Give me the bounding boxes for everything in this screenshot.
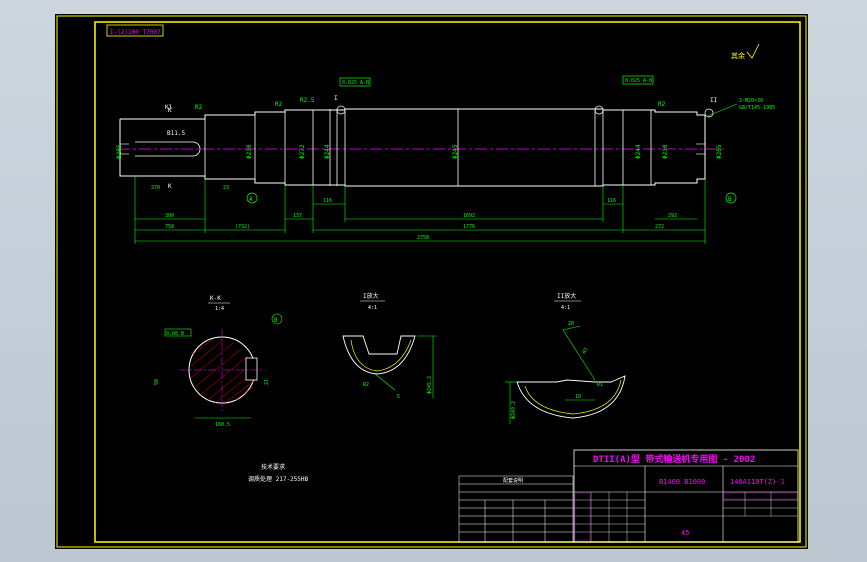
detail-i-dim-w: 5 [397, 394, 400, 400]
keyway-len: 270 [151, 185, 160, 191]
tol-text: 0.025 A-B [342, 80, 369, 86]
section-tol: 0.08 B [166, 331, 184, 337]
thread-note: 2-M20×30 [739, 98, 763, 104]
detail-ii-dim-c: 10 [575, 394, 581, 400]
section-dim-t: 21 [264, 379, 270, 385]
detail-ii-dim-e: R1 [597, 382, 603, 388]
groove-profile [342, 335, 416, 375]
title-block-drawing-no: 140A110T(Z)-1 [730, 478, 785, 486]
dia-label: Φ230 [662, 144, 669, 159]
groove-hatch [350, 339, 412, 372]
detail-ii-title: II放大 [557, 292, 576, 300]
keyway-ref: B11.5 [167, 130, 185, 137]
dia-label: Φ230 [246, 144, 253, 159]
section-kk-view: K-K 1:4 0.08 B B 160.5 50 21 [154, 295, 283, 428]
detail-ii-label: II [710, 97, 718, 104]
keyway-cut [245, 357, 258, 381]
tech-req-line1: 调质处理 217-255HB [248, 475, 309, 483]
detail-i-view: I放大 4:1 5 R2 Φ245.2 [342, 292, 437, 400]
dim-d3: (732) [235, 224, 250, 230]
dim-d10: 292 [668, 213, 677, 219]
detail-ii-scale: 4:1 [561, 305, 570, 311]
detail-ii-view: II放大 4:1 20 R3 R1 10 Φ249.2 [505, 292, 626, 424]
shaft-outline [119, 108, 706, 187]
leader [707, 103, 738, 117]
dia-label: Φ272 [299, 144, 306, 159]
corner-label: I-(2)100 T7007 [110, 29, 161, 36]
detail-ii-dim-b: R3 [582, 347, 590, 355]
detail-ii-dim-a: 20 [568, 321, 574, 327]
dim-d9: 272 [655, 224, 664, 230]
leader [562, 329, 596, 381]
roughness-symbol [746, 43, 760, 59]
dia-label: Φ244 [635, 144, 642, 159]
tech-req-heading: 技术要求 [261, 463, 285, 471]
param-table [458, 475, 574, 543]
stage-cells [723, 492, 798, 500]
outer-frame [56, 15, 807, 548]
detail-i-dim-r: R2 [363, 382, 369, 388]
drawing-sheet[interactable]: I-(2)100 T7007 其余 Φ205 Φ230 Φ272 Φ244 Φ2… [55, 14, 808, 549]
detail-i-title: I放大 [363, 292, 379, 300]
detail-i-dim-d: Φ245.2 [427, 376, 433, 394]
cad-viewport: I-(2)100 T7007 其余 Φ205 Φ230 Φ272 Φ244 Φ2… [0, 0, 867, 562]
section-label-top: K [168, 107, 172, 114]
detail-ii-dim-d: Φ249.2 [511, 401, 517, 419]
keyway-depth: 23 [223, 185, 229, 191]
radius-label: R2 [658, 101, 666, 108]
title-block-title: DTII(A)型 带式输送机专用图 - 2002 [593, 453, 755, 465]
dia-label: Φ205 [716, 144, 723, 159]
dia-label: Φ244 [324, 144, 331, 159]
dim-d4: 137 [293, 213, 302, 219]
roughness-note: 其余 [731, 51, 745, 60]
detail-i-scale: 4:1 [368, 305, 377, 311]
datum-b-label: B [728, 196, 732, 203]
section-kk-title: K-K [210, 295, 221, 302]
detail-balloon-i-right[interactable] [594, 105, 604, 115]
datum-a-label: A [249, 196, 253, 203]
dim-d8: 116 [607, 198, 616, 204]
thread-std: GB/T145-1985 [739, 105, 775, 111]
dim-d1: 300 [165, 213, 174, 219]
shaft-view: Φ205 Φ230 Φ272 Φ244 Φ245 Φ244 Φ230 Φ205 … [116, 75, 775, 244]
section-dim-depth: 160.5 [215, 422, 230, 428]
dim-d6: 1692 [463, 213, 475, 219]
dim-d7: 1776 [463, 224, 475, 230]
dia-label: Φ205 [116, 144, 123, 159]
tol-text: 0.025 A-B [625, 78, 652, 84]
section-kk-scale: 1:4 [215, 306, 224, 312]
radius-label: R2 [275, 101, 283, 108]
title-block-material: 45 [681, 529, 689, 537]
section-label: K [168, 183, 172, 190]
drawing-canvas: I-(2)100 T7007 其余 Φ205 Φ230 Φ272 Φ244 Φ2… [56, 15, 807, 548]
detail-i-label: I [334, 95, 338, 102]
title-block-spec: B1400 B1600 [659, 478, 705, 486]
detail-ii-profile [516, 375, 626, 419]
dia-label: Φ245 [452, 144, 459, 159]
param-table-heading: 配套说明 [503, 477, 523, 484]
dim-total: 2758 [417, 235, 429, 241]
title-block: DTII(A)型 带式输送机专用图 - 2002 B1400 B1600 140… [573, 449, 799, 543]
section-ref: B [274, 317, 278, 324]
dim-d5: 116 [323, 198, 332, 204]
dim-d2: 758 [165, 224, 174, 230]
leader [374, 373, 396, 391]
section-dim-width: 50 [154, 379, 160, 385]
radius-label: R2 [195, 104, 203, 111]
radius-label: R2.5 [300, 97, 315, 104]
